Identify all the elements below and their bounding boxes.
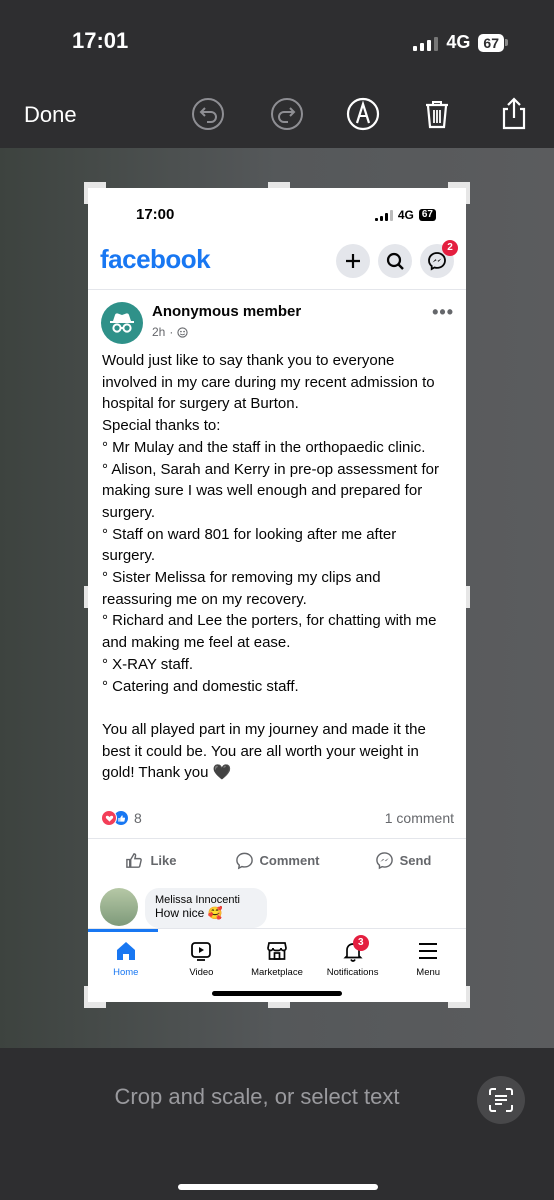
search-icon [386,252,404,270]
comment-label: Comment [259,853,320,869]
markup-icon[interactable] [345,96,381,132]
inner-status-indicators: 4G 67 [374,208,436,222]
inner-network-label: 4G [397,208,414,222]
editor-bottom-bar: Crop and scale, or select text [0,1048,554,1200]
comment-preview[interactable]: Melissa Innocenti How nice 🥰 [88,882,466,929]
home-indicator [178,1184,378,1190]
reaction-summary[interactable]: 8 [101,810,142,827]
post-time: 2h [152,325,166,339]
post-text: Would just like to say thank you to ever… [88,348,466,784]
signal-icon [413,35,439,51]
reactions-bar: 8 1 comment [88,798,466,838]
inner-signal-icon [374,209,393,221]
comment-button[interactable]: Comment [214,839,340,882]
comment-bubble[interactable]: Melissa Innocenti How nice 🥰 [145,888,267,929]
screenshot-preview[interactable]: 17:00 4G 67 facebook 2 Anonymous member … [88,188,466,1002]
crop-hint-text: Crop and scale, or select text [114,1084,400,1109]
redo-icon[interactable] [269,96,305,132]
tab-home-label: Home [113,967,139,978]
commenter-name[interactable]: Melissa Innocenti [155,894,257,906]
tab-video-label: Video [189,967,214,978]
share-icon[interactable] [496,96,532,132]
done-button[interactable]: Done [24,102,77,128]
inner-home-indicator [212,991,342,996]
battery-level: 67 [478,33,504,52]
messenger-button[interactable]: 2 [420,240,458,278]
inner-status-time: 17:00 [136,206,175,223]
battery-icon: 67 [478,33,508,52]
crop-hint: Crop and scale, or select text [0,1084,554,1110]
undo-icon[interactable] [190,96,226,132]
trash-icon[interactable] [419,96,455,132]
group-privacy-icon [177,326,188,338]
messenger-badge: 2 [442,240,458,256]
tab-menu-label: Menu [416,967,441,978]
like-label: Like [150,853,177,869]
inner-battery-level: 67 [418,209,436,221]
tab-notifications[interactable]: 3 Notifications [315,929,391,984]
send-label: Send [399,853,432,869]
facebook-logo[interactable]: facebook [100,244,211,275]
crop-handle-bottom[interactable] [268,1002,290,1008]
post-author[interactable]: Anonymous member [152,303,301,320]
outer-status-bar: 17:01 4G 67 [0,0,554,80]
post-meta: 2h · [152,325,188,339]
commenter-avatar[interactable] [100,888,138,927]
tab-home[interactable]: Home [88,929,164,984]
post-actions: Like Comment Send [88,838,466,882]
tab-marketplace-label: Marketplace [251,967,303,978]
reaction-count: 8 [134,810,142,827]
status-indicators: 4G 67 [413,32,508,53]
facebook-header: facebook 2 [88,234,466,290]
editor-toolbar: Done [0,80,554,148]
notifications-badge: 3 [352,935,369,951]
plus-icon [346,254,360,268]
live-text-button[interactable] [477,1076,525,1124]
inner-battery-icon: 67 [418,209,436,221]
bottom-tab-bar: Home Video Marketplace 3 Notifications M… [88,928,466,984]
tab-menu[interactable]: Menu [390,929,466,984]
anonymous-avatar[interactable] [101,302,143,344]
inner-status-bar: 17:00 4G 67 [88,188,466,234]
comment-icon [235,852,253,870]
search-button[interactable] [378,244,412,278]
network-label: 4G [446,32,471,52]
send-button[interactable]: Send [340,839,466,882]
comment-count[interactable]: 1 comment [385,810,454,826]
status-time: 17:01 [72,28,129,53]
tab-notifications-label: Notifications [326,967,379,978]
live-text-icon [489,1088,513,1112]
tab-video[interactable]: Video [164,929,240,984]
incognito-icon [110,313,134,333]
marketplace-icon [267,942,287,960]
more-options-icon[interactable]: ••• [432,302,454,323]
video-icon [191,942,212,961]
messenger-send-icon [375,852,393,870]
comment-text: How nice 🥰 [155,906,223,921]
post-body-text: Would just like to say thank you to ever… [102,352,439,782]
hamburger-menu-icon [419,943,438,959]
tab-marketplace[interactable]: Marketplace [239,929,315,984]
home-icon [116,942,135,960]
post-header: Anonymous member 2h · ••• [88,290,466,348]
create-button[interactable] [336,244,370,278]
like-button[interactable]: Like [88,839,214,882]
love-reaction-icon [101,810,117,827]
thumbs-up-icon [126,853,143,868]
